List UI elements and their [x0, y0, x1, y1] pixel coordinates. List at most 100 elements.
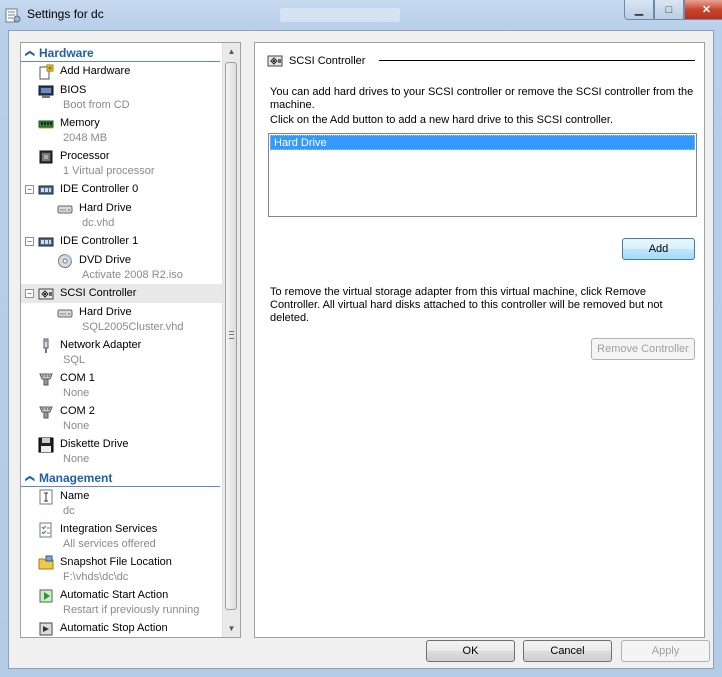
details-title: SCSI Controller — [289, 55, 366, 67]
nav-item-label: IDE Controller 1 — [60, 235, 139, 247]
nav-item-ide-controller-0[interactable]: − IDE Controller 0 — [21, 180, 224, 199]
nav-item-memory[interactable]: Memory 2048 MB — [21, 114, 224, 147]
name-icon — [39, 489, 53, 505]
collapse-toggle-icon[interactable]: − — [25, 289, 34, 298]
nav-item-com2[interactable]: COM 2 None — [21, 402, 224, 435]
nav-item-integration-services[interactable]: Integration Services All services offered — [21, 520, 224, 553]
nav-item-detail: dc — [63, 505, 75, 517]
nav-item-label: Network Adapter — [60, 339, 142, 351]
nav-item-detail: None — [63, 453, 90, 465]
stop-action-icon — [39, 622, 53, 636]
hard-drive-icon — [57, 205, 73, 214]
nav-item-detail: 2048 MB — [63, 132, 108, 144]
nav-item-com1[interactable]: COM 1 None — [21, 369, 224, 402]
add-drive-instruction: Click on the Add button to add a new har… — [270, 114, 614, 126]
maximize-button[interactable]: □ — [654, 0, 684, 20]
remove-controller-button[interactable]: Remove Controller — [591, 338, 695, 360]
hard-drive-icon — [57, 309, 73, 318]
nav-item-detail: SQL2005Cluster.vhd — [82, 321, 184, 333]
attached-drive-list[interactable]: Hard Drive — [268, 133, 697, 217]
nav-item-scsi-controller[interactable]: − SCSI Controller — [21, 284, 224, 303]
details-header: SCSI Controller — [267, 53, 365, 69]
nav-item-label: COM 1 — [60, 372, 95, 384]
nav-item-detail: None — [63, 387, 90, 399]
nav-item-automatic-stop-action[interactable]: Automatic Stop Action — [21, 619, 224, 637]
section-header-hardware[interactable]: ❮ Hardware — [21, 45, 220, 62]
nav-item-bios[interactable]: BIOS Boot from CD — [21, 81, 224, 114]
collapse-chevron-icon[interactable]: ❮ — [25, 44, 36, 62]
settings-window: Settings for dc ▁ □ ✕ ❮ Hardware Add Hardw… — [0, 0, 722, 677]
nav-item-ide0-hard-drive[interactable]: Hard Drive dc.vhd — [21, 199, 224, 232]
nav-item-label: Add Hardware — [60, 65, 131, 77]
nav-item-label: IDE Controller 0 — [60, 183, 139, 195]
memory-icon — [38, 120, 54, 129]
integration-services-icon — [39, 522, 52, 538]
maximize-icon: □ — [665, 3, 673, 16]
settings-app-icon — [5, 8, 21, 23]
network-adapter-icon — [43, 338, 49, 353]
nav-item-processor[interactable]: Processor 1 Virtual processor — [21, 147, 224, 180]
nav-item-add-hardware[interactable]: Add Hardware — [21, 62, 224, 81]
bios-icon — [38, 85, 54, 98]
nav-item-name[interactable]: Name dc — [21, 487, 224, 520]
nav-item-detail: 1 Virtual processor — [63, 165, 155, 177]
collapse-toggle-icon[interactable]: − — [25, 237, 34, 246]
nav-item-detail: SQL — [63, 354, 86, 366]
settings-tree: ❮ Hardware Add Hardware BIOS Boot from CD Mem… — [21, 43, 224, 637]
add-button[interactable]: Add — [622, 238, 695, 260]
scsi-intro-text: You can add hard drives to your SCSI con… — [270, 86, 694, 111]
settings-navigation-pane: ❮ Hardware Add Hardware BIOS Boot from CD Mem… — [20, 42, 241, 638]
nav-item-label: Processor — [60, 150, 110, 162]
start-action-icon — [39, 589, 53, 603]
dvd-drive-icon — [58, 254, 72, 268]
nav-item-label: Diskette Drive — [60, 438, 129, 450]
com-port-icon — [39, 406, 53, 419]
nav-item-label: SCSI Controller — [60, 287, 137, 299]
cancel-button[interactable]: Cancel — [523, 640, 612, 662]
nav-item-label: Memory — [60, 117, 100, 129]
ide-controller-icon — [38, 185, 54, 195]
nav-item-label: Hard Drive — [79, 306, 132, 318]
nav-item-label: Hard Drive — [79, 202, 132, 214]
nav-item-label: Automatic Stop Action — [60, 622, 168, 634]
scroll-down-arrow-icon[interactable]: ▼ — [223, 620, 240, 637]
caption-buttons: ▁ □ ✕ — [624, 0, 722, 20]
nav-item-detail: None — [63, 420, 90, 432]
add-hardware-icon — [39, 64, 54, 80]
ide-controller-icon — [38, 237, 54, 247]
scroll-up-arrow-icon[interactable]: ▲ — [223, 43, 240, 60]
nav-item-detail: All services offered — [63, 538, 156, 550]
nav-item-network-adapter[interactable]: Network Adapter SQL — [21, 336, 224, 369]
drive-list-item[interactable]: Hard Drive — [270, 135, 695, 150]
scsi-controller-details-pane: SCSI Controller You can add hard drives … — [254, 42, 705, 638]
ok-button[interactable]: OK — [426, 640, 515, 662]
nav-item-detail: Activate 2008 R2.iso — [82, 269, 183, 281]
window-title: Settings for dc — [27, 7, 104, 21]
nav-item-diskette-drive[interactable]: Diskette Drive None — [21, 435, 224, 468]
diskette-icon — [38, 437, 54, 453]
details-title-divider — [379, 60, 695, 61]
collapse-chevron-icon[interactable]: ❮ — [25, 469, 36, 487]
scrollbar-thumb[interactable] — [225, 62, 237, 610]
title-bar[interactable]: Settings for dc ▁ □ ✕ — [0, 0, 722, 30]
nav-item-label: COM 2 — [60, 405, 95, 417]
nav-item-label: BIOS — [60, 84, 87, 96]
nav-item-detail: Boot from CD — [63, 99, 130, 111]
minimize-button[interactable]: ▁ — [624, 0, 654, 20]
nav-item-automatic-start-action[interactable]: Automatic Start Action Restart if previou… — [21, 586, 224, 619]
nav-item-ide-controller-1[interactable]: − IDE Controller 1 — [21, 232, 224, 251]
close-button[interactable]: ✕ — [684, 0, 722, 20]
scsi-controller-icon — [38, 288, 54, 300]
nav-item-scsi-hard-drive[interactable]: Hard Drive SQL2005Cluster.vhd — [21, 303, 224, 336]
processor-icon — [39, 150, 53, 164]
apply-button[interactable]: Apply — [621, 640, 710, 662]
nav-item-dvd-drive[interactable]: DVD Drive Activate 2008 R2.iso — [21, 251, 224, 284]
title-bar-background — [280, 8, 400, 22]
scsi-controller-icon — [267, 55, 283, 67]
remove-controller-text: To remove the virtual storage adapter fr… — [270, 286, 663, 324]
section-header-management[interactable]: ❮ Management — [21, 470, 220, 487]
nav-item-detail: dc.vhd — [82, 217, 115, 229]
collapse-toggle-icon[interactable]: − — [25, 185, 34, 194]
navigation-scrollbar[interactable]: ▲ ▼ — [222, 43, 240, 637]
nav-item-snapshot-file-location[interactable]: Snapshot File Location F:\vhds\dc\dc — [21, 553, 224, 586]
